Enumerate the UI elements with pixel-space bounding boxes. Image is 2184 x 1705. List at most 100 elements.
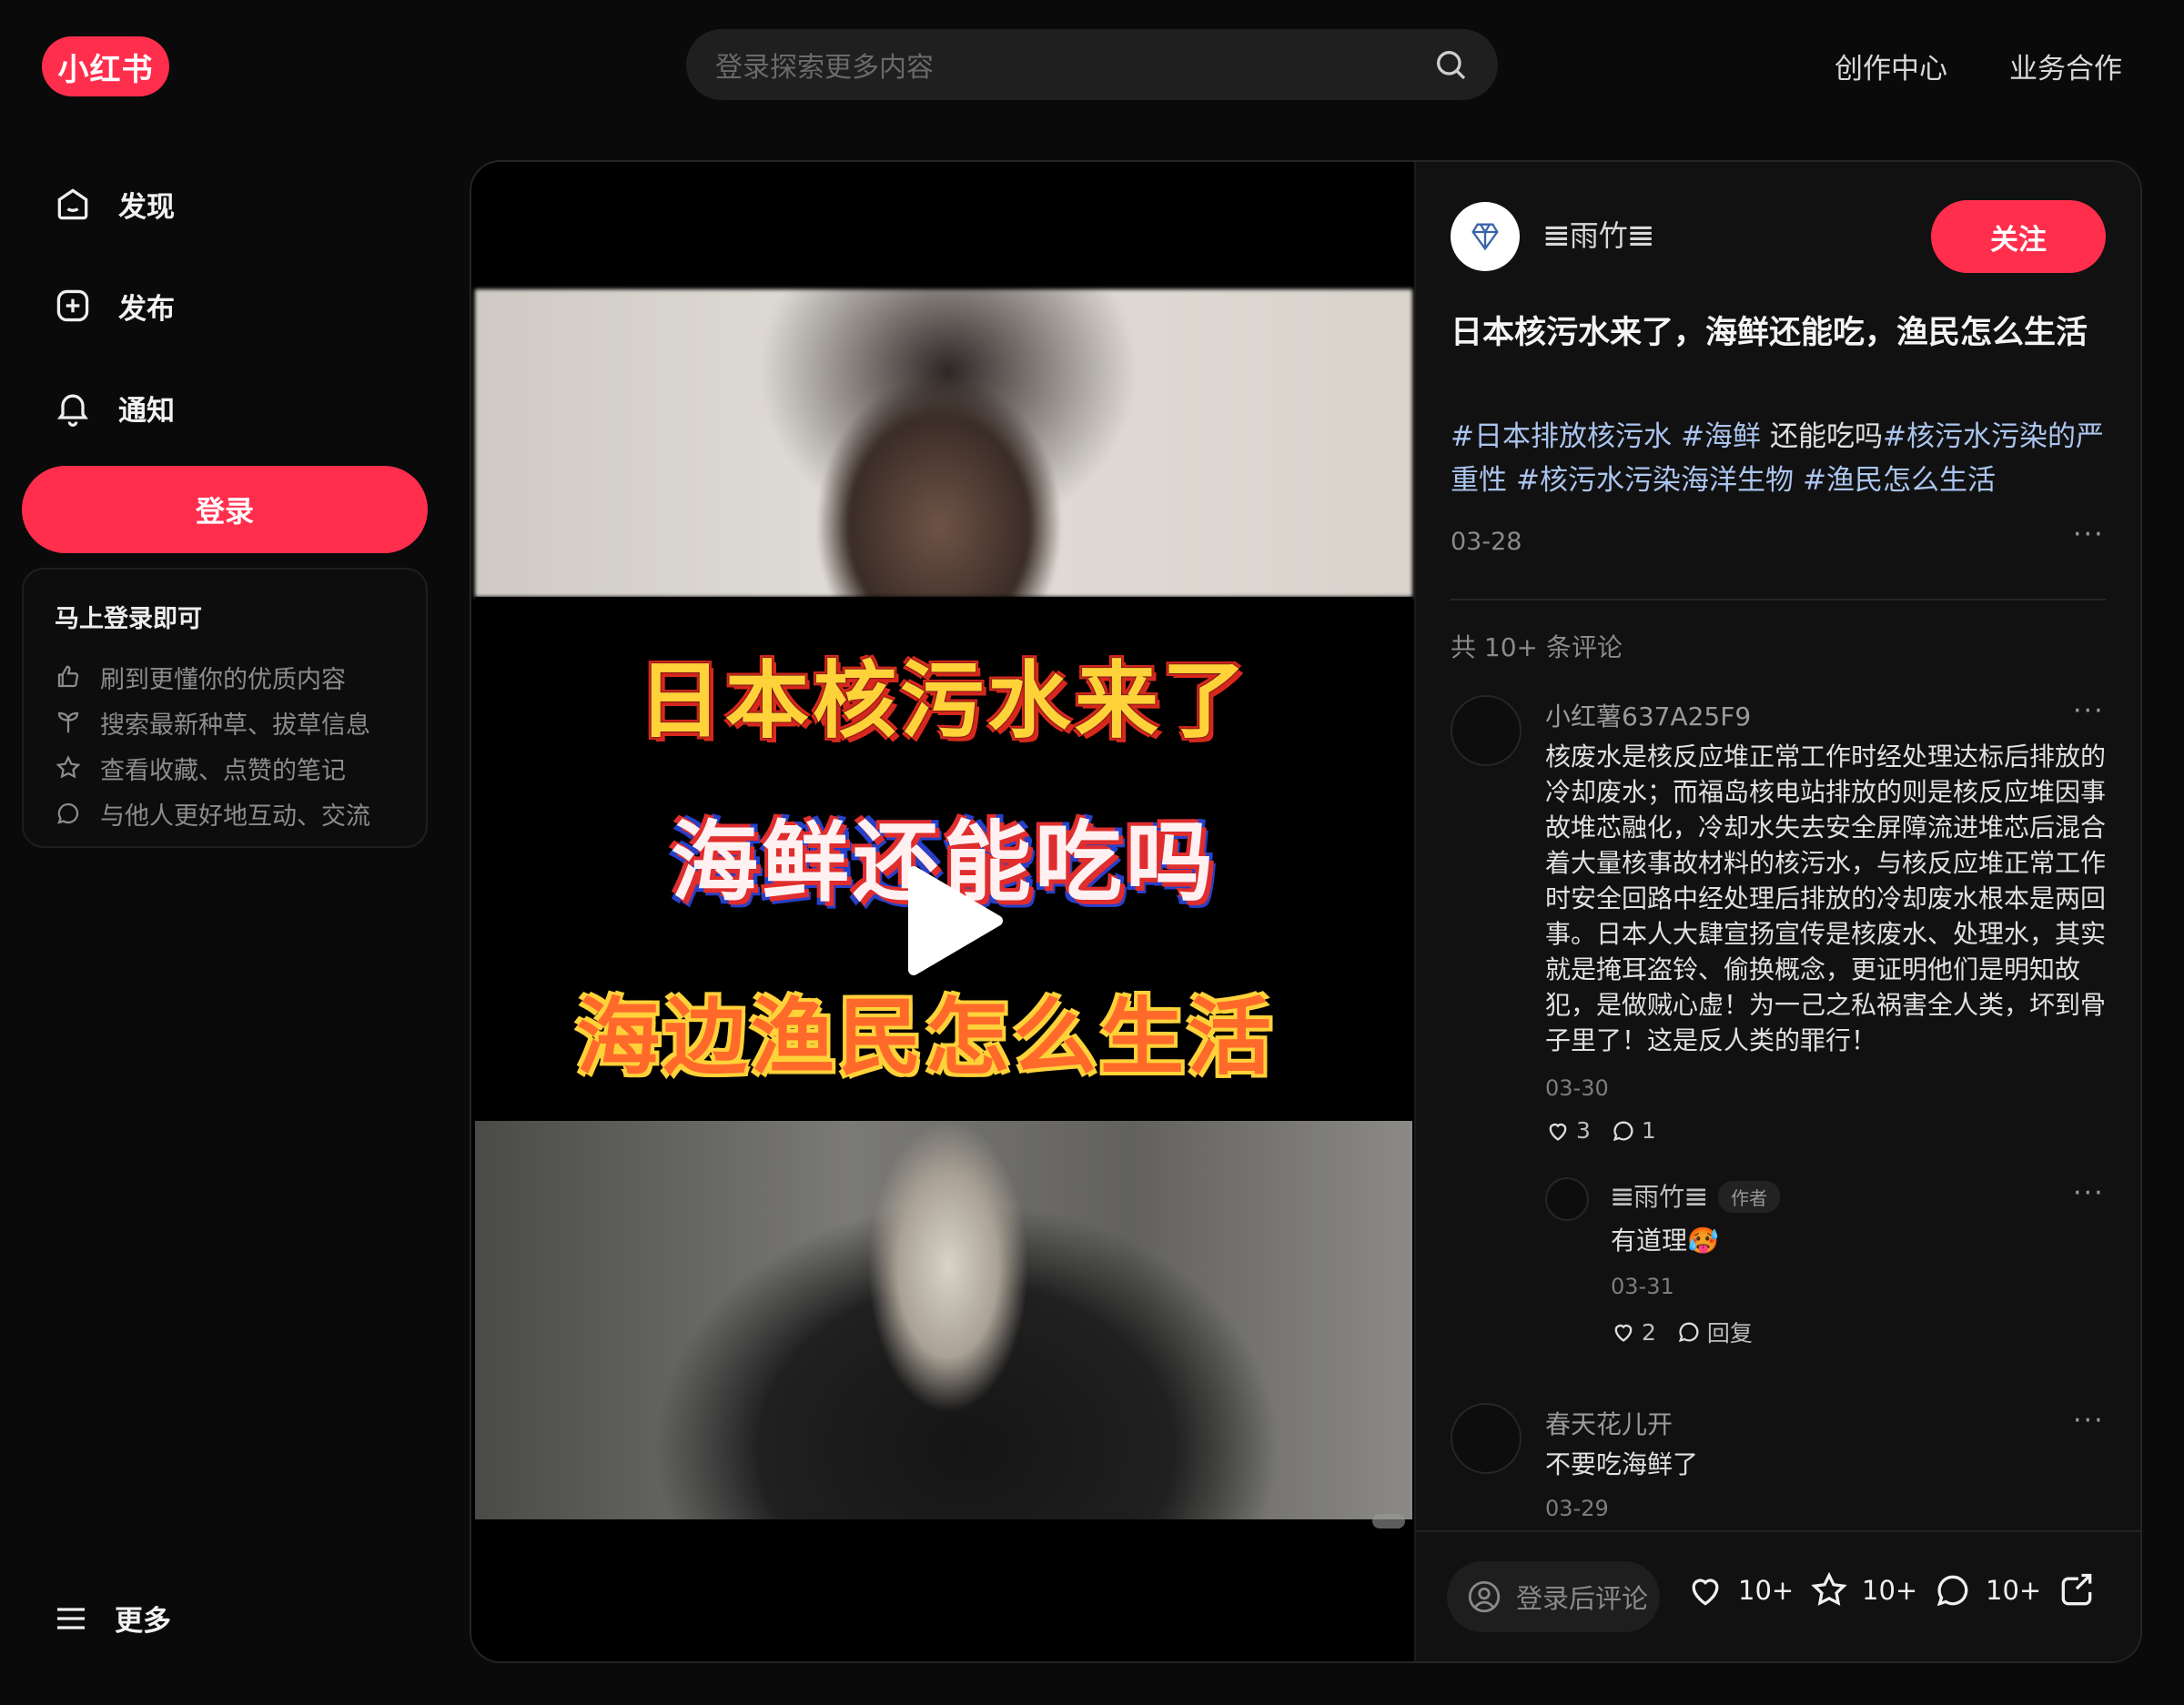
note-date: 03-28 [1451,528,1522,556]
video-player[interactable]: 日本核污水来了 海鲜还能吃吗 海边渔民怎么生活 [471,162,1414,1661]
comment-stat-button[interactable]: 10+ [1933,1570,2041,1610]
reply-button[interactable]: 回复 [1676,1316,1753,1348]
comment-text: 不要吃海鲜了 [1545,1449,1699,1479]
reply-text: 有道理🥵 [1611,1226,1719,1256]
promo-row: 与他人更好地互动、交流 [55,791,395,836]
promo-row-text: 刷到更懂你的优质内容 [100,665,346,694]
video-frame-blurred-face [475,289,1412,597]
reply-actions: 2 回复 [1611,1316,1753,1348]
creator-center-link[interactable]: 创作中心 [1835,45,1947,86]
share-icon [2061,1573,2092,1606]
tag-text: 还能吃吗 [1769,420,1883,453]
promo-title: 马上登录即可 [55,605,202,633]
search-input[interactable]: 登录探索更多内容 [715,45,1432,85]
home-icon [57,188,88,220]
promo-row: 搜索最新种草、拔草信息 [55,700,395,745]
more-options-icon[interactable]: ··· [2073,519,2105,550]
login-promo-card: 马上登录即可 刷到更懂你的优质内容 搜索最新种草、拔草信息 查看收藏、点赞的笔记… [22,568,428,848]
chat-bubble-icon [1678,1322,1699,1343]
diamond-icon [1471,223,1499,251]
more-label: 更多 [115,1605,171,1638]
chat-bubble-icon [57,802,79,824]
comment-placeholder: 登录后评论 [1516,1583,1649,1614]
star-icon [56,755,81,779]
comment-username[interactable]: 春天花儿开 [1545,1405,1673,1441]
note-tags: #日本排放核污水 #海鲜 还能吃吗#核污水污染的严重性 #核污水污染海洋生物 #渔民怎么… [1451,415,2106,502]
sprout-icon [57,711,79,733]
video-caption: 海边渔民怎么生活 [575,988,1275,1086]
reply-username[interactable]: 𝌆雨竹𝌆 [1611,1177,1707,1214]
share-button[interactable] [2057,1570,2097,1610]
more-options-icon[interactable]: ··· [2073,1405,2105,1437]
reply-count: 1 [1641,1117,1656,1144]
promo-row-text: 与他人更好地互动、交流 [100,802,370,831]
like-button[interactable]: 3 [1545,1117,1591,1144]
tag-link[interactable]: #核污水污染海洋生物 [1516,464,1794,497]
like-stat-button[interactable]: 10+ [1685,1570,1794,1610]
author-name[interactable]: 𝌆雨竹𝌆 [1543,213,1653,255]
sidebar-item-notifications[interactable]: 通知 [53,380,175,435]
more-options-icon[interactable]: ··· [2073,695,2105,727]
chat-bubble-icon [1613,1120,1633,1141]
search-icon[interactable] [1432,46,1469,83]
promo-row: 查看收藏、点赞的笔记 [55,745,395,791]
heart-icon [1614,1324,1633,1342]
sidebar-item-label: 发布 [118,292,175,326]
comment-actions: 3 1 [1545,1117,1656,1144]
like-button[interactable]: 2 [1611,1319,1656,1346]
bell-icon [56,394,89,427]
business-link[interactable]: 业务合作 [2009,45,2122,86]
video-title-frame: 日本核污水来了 海鲜还能吃吗 海边渔民怎么生活 [475,597,1412,1121]
comment-text: 核废水是核反应堆正常工作时经处理达标后排放的冷却废水；而福岛核电站排放的则是核反… [1545,742,2107,1055]
avatar[interactable] [1451,695,1522,766]
note-title: 日本核污水来了，海鲜还能吃，渔民怎么生活 [1451,315,2088,351]
like-total: 10+ [1738,1575,1795,1606]
collect-stat-button[interactable]: 10+ [1809,1570,1917,1610]
hamburger-menu-icon [57,1607,85,1629]
tag-link[interactable]: #海鲜 [1681,420,1761,453]
comment-input[interactable]: 登录后评论 [1447,1561,1660,1632]
note-detail-card: 日本核污水来了 海鲜还能吃吗 海边渔民怎么生活 𝌆雨竹𝌆 关注 日本核污水来了，… [470,160,2142,1663]
search-bar[interactable]: 登录探索更多内容 [686,29,1498,100]
sidebar-item-label: 发现 [118,190,175,224]
like-count: 2 [1642,1318,1656,1346]
user-circle-icon [1468,1580,1501,1613]
author-avatar[interactable] [1451,202,1520,271]
avatar[interactable] [1451,1403,1522,1474]
watermark-badge [1372,1514,1405,1528]
follow-button[interactable]: 关注 [1931,200,2106,273]
thumbs-up-icon [57,665,79,688]
like-count: 3 [1576,1117,1591,1144]
promo-row: 刷到更懂你的优质内容 [55,654,395,700]
more-options-icon[interactable]: ··· [2073,1177,2105,1209]
comment-total: 10+ [1986,1575,2042,1606]
reply-label: 回复 [1706,1320,1753,1347]
comment-username[interactable]: 小红薯637A25F9 [1545,697,1751,733]
logo[interactable]: 小红书 [42,36,169,96]
comment-count: 共 10+ 条评论 [1451,632,1623,662]
reply-date: 03-31 [1611,1274,1674,1299]
tag-link[interactable]: #日本排放核污水 [1451,420,1672,453]
video-frame-blurred-body [475,1121,1412,1519]
video-caption: 日本核污水来了 [637,651,1249,750]
engagement-bar: 登录后评论 10+ 10+ 10+ [1416,1530,2140,1661]
tag-link[interactable]: #渔民怎么生活 [1803,464,1996,497]
promo-row-text: 搜索最新种草、拔草信息 [100,711,370,740]
note-info-panel: 𝌆雨竹𝌆 关注 日本核污水来了，海鲜还能吃，渔民怎么生活 #日本排放核污水 #海鲜… [1414,162,2140,1661]
divider [1451,599,2106,600]
sidebar-item-label: 通知 [118,394,175,428]
avatar[interactable] [1545,1177,1589,1221]
author-badge: 作者 [1718,1181,1780,1213]
more-menu-button[interactable]: 更多 [53,1598,171,1639]
collect-total: 10+ [1862,1575,1918,1606]
comment-date: 03-29 [1545,1496,1609,1521]
promo-row-text: 查看收藏、点赞的笔记 [100,756,346,785]
plus-square-icon [56,289,89,322]
reply-button[interactable]: 1 [1611,1117,1656,1144]
heart-icon [1692,1579,1719,1606]
sidebar-item-discover[interactable]: 发现 [53,177,175,231]
sidebar-item-publish[interactable]: 发布 [53,278,175,333]
play-icon[interactable] [899,864,1005,977]
heart-icon [1549,1123,1567,1141]
login-button[interactable]: 登录 [22,466,428,553]
